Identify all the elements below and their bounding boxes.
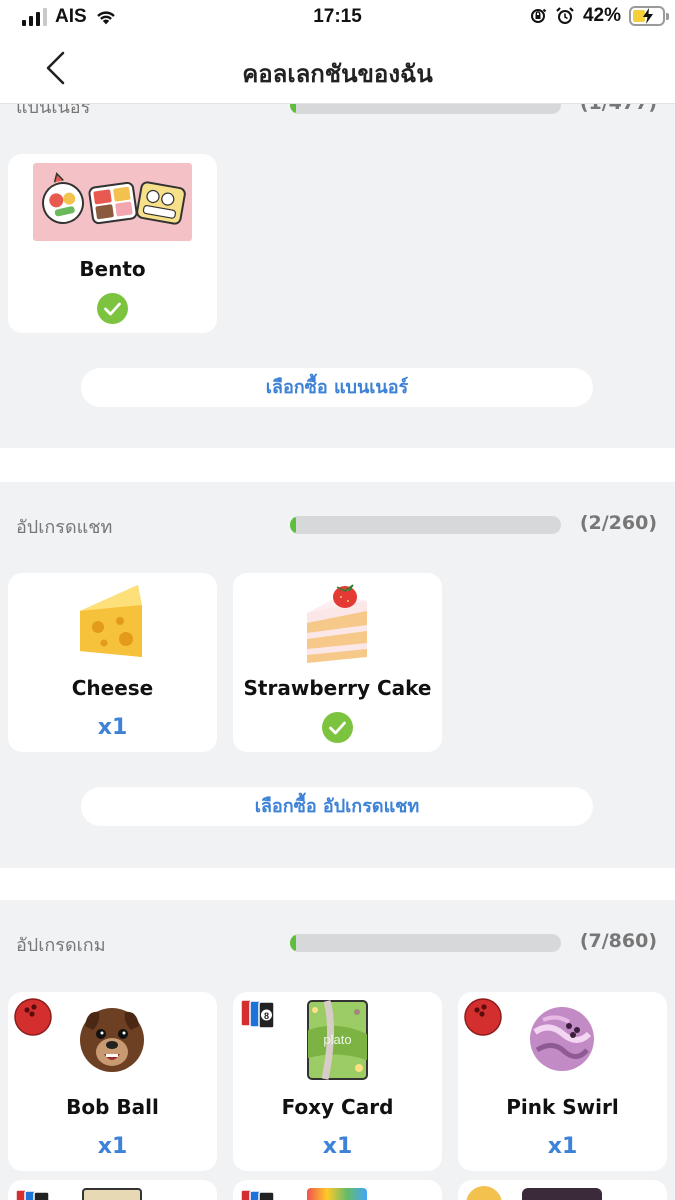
item-card-strawberry-cake[interactable]: Strawberry Cake: [233, 573, 442, 752]
item-card-partial[interactable]: [8, 1180, 217, 1200]
item-card-bob-ball[interactable]: Bob Ball x1: [8, 992, 217, 1171]
section-header: อัปเกรดเกม (7/860): [0, 922, 675, 962]
item-card-cheese[interactable]: Cheese x1: [8, 573, 217, 752]
rainbow-card-icon: [307, 1188, 367, 1200]
section-separator: [0, 448, 675, 482]
card-game-badge-icon: 8: [240, 999, 275, 1029]
owned-check-icon: [97, 293, 128, 324]
battery-percent: 42%: [582, 5, 621, 26]
item-quantity: x1: [97, 715, 128, 740]
status-bar: AIS 17:15 42%: [0, 0, 675, 36]
section-game-upgrades: อัปเกรดเกม (7/860) Bob Ball x1 8 plato F…: [0, 900, 675, 1200]
item-card-foxy-card[interactable]: 8 plato Foxy Card x1: [233, 992, 442, 1171]
bowling-game-badge-icon: [464, 998, 502, 1036]
item-quantity: x1: [97, 1134, 128, 1159]
card-deck-icon: [82, 1188, 142, 1200]
navigation-bar: คอลเลกชันของฉัน: [0, 36, 675, 104]
item-name: Cheese: [71, 676, 154, 700]
cheese-icon: [80, 585, 142, 657]
card-deck-icon: plato: [307, 1000, 368, 1080]
owned-check-icon: [322, 712, 353, 743]
alarm-icon: [556, 7, 574, 24]
section-chat-upgrades: อัปเกรดแชท (2/260) Cheese x1 Strawberry …: [0, 482, 675, 868]
item-card-partial[interactable]: [458, 1180, 667, 1200]
item-name: Foxy Card: [281, 1095, 394, 1119]
section-banners: แบนเนอร์ (1/477): [0, 84, 675, 448]
bowling-ball-icon: [80, 1008, 144, 1072]
collection-count: (2/260): [579, 512, 657, 534]
section-title: อัปเกรดเกม: [16, 935, 106, 956]
item-name: Bento: [79, 257, 146, 281]
emoji-badge-icon: [466, 1186, 502, 1200]
item-quantity: x1: [547, 1134, 578, 1159]
card-game-badge-icon: [240, 1189, 275, 1200]
item-card-bento[interactable]: Bento: [8, 154, 217, 333]
section-separator: [0, 868, 675, 900]
orientation-lock-icon: [530, 8, 547, 23]
item-art: [522, 1188, 602, 1200]
page-title: คอลเลกชันของฉัน: [242, 60, 433, 88]
item-name: Bob Ball: [66, 1095, 159, 1119]
section-title: อัปเกรดแชท: [16, 517, 113, 538]
card-game-badge-icon: [15, 1189, 50, 1200]
svg-text:8: 8: [264, 1011, 269, 1021]
bowling-ball-icon: [530, 1007, 594, 1071]
status-right: 42%: [529, 5, 669, 27]
item-card-pink-swirl[interactable]: Pink Swirl x1: [458, 992, 667, 1171]
battery-icon: [629, 6, 669, 26]
svg-text:plato: plato: [323, 1032, 351, 1047]
item-card-partial[interactable]: [233, 1180, 442, 1200]
bento-banner-art: [33, 163, 192, 241]
item-name: Pink Swirl: [506, 1095, 619, 1119]
collection-count: (7/860): [579, 930, 657, 952]
item-quantity: x1: [322, 1134, 353, 1159]
strawberry-cake-icon: [307, 584, 367, 663]
collection-progress-bar: [290, 516, 561, 534]
collection-progress-bar: [290, 934, 561, 952]
buy-chat-upgrade-button[interactable]: เลือกซื้อ อัปเกรดแชท: [81, 787, 593, 826]
section-header: อัปเกรดแชท (2/260): [0, 504, 675, 544]
item-name: Strawberry Cake: [243, 676, 432, 700]
buy-banner-button[interactable]: เลือกซื้อ แบนเนอร์: [81, 368, 593, 407]
bowling-game-badge-icon: [14, 998, 52, 1036]
